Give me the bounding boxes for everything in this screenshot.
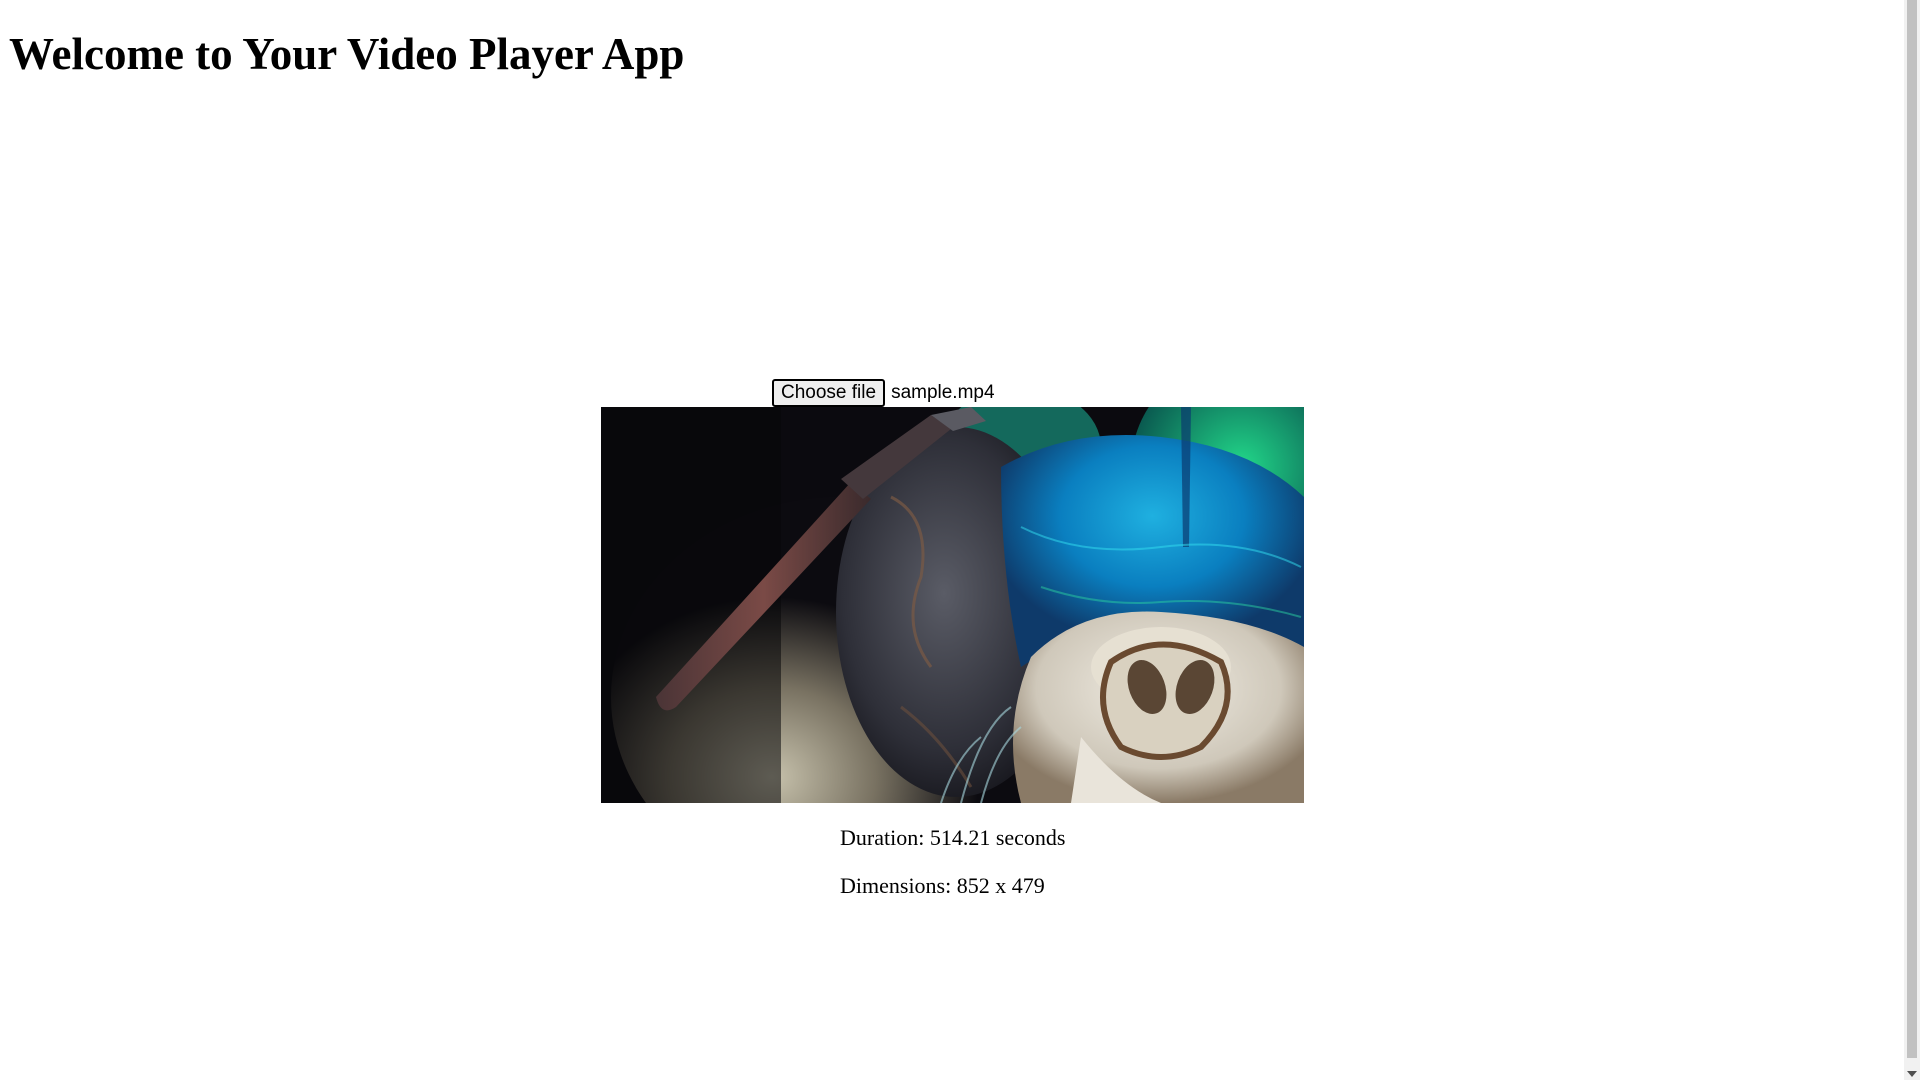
vertical-scrollbar[interactable] — [1904, 0, 1920, 1080]
page-title: Welcome to Your Video Player App — [9, 29, 685, 79]
scrollbar-thumb[interactable] — [1907, 0, 1917, 1058]
video-duration: Duration: 514.21 seconds — [840, 825, 1066, 850]
file-input[interactable]: Choose file sample.mp4 — [772, 379, 995, 407]
choose-file-button[interactable]: Choose file — [772, 379, 886, 407]
page: Welcome to Your Video Player App Choose … — [0, 0, 1904, 1080]
video-player[interactable] — [601, 407, 1304, 803]
video-frame-image — [601, 407, 1304, 803]
selected-file-name: sample.mp4 — [891, 382, 995, 403]
video-dimensions: Dimensions: 852 x 479 — [840, 873, 1045, 898]
chevron-down-icon[interactable] — [1907, 1071, 1917, 1077]
